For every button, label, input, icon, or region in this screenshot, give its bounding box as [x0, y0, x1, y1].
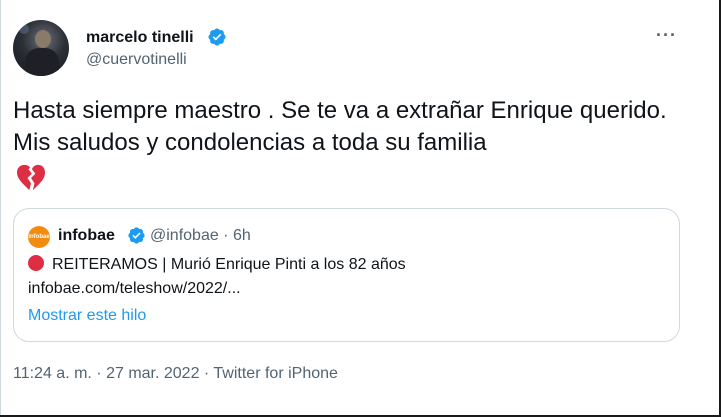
quoted-url: infobae.com/teleshow/2022/... — [28, 280, 241, 297]
quoted-text-line: REITERAMOS | Murió Enrique Pinti a los 8… — [28, 255, 406, 275]
author-name[interactable]: marcelo tinelli — [86, 28, 194, 47]
red-circle-icon — [28, 255, 44, 271]
avatar-body — [25, 48, 59, 76]
infobae-logo: infobae — [28, 226, 50, 248]
quoted-headline: REITERAMOS | Murió Enrique Pinti a los 8… — [52, 256, 406, 273]
avatar[interactable] — [13, 20, 69, 76]
quoted-tweet[interactable]: infobae infobae @infobae · 6h REITERAMOS… — [13, 208, 680, 342]
show-thread-link[interactable]: Mostrar este hilo — [28, 306, 146, 326]
quoted-handle-time: @infobae · 6h — [150, 227, 251, 244]
more-options-icon[interactable]: ··· — [656, 26, 677, 44]
avatar-head — [35, 30, 51, 48]
broken-heart-icon — [17, 164, 45, 191]
verified-badge-icon — [128, 227, 145, 244]
verified-badge-icon — [208, 28, 226, 46]
tweet-timestamp[interactable]: 11:24 a. m. · 27 mar. 2022 · Twitter for… — [13, 364, 338, 384]
tweet-text: Hasta siempre maestro . Se te va a extra… — [13, 97, 667, 156]
author-handle[interactable]: @cuervotinelli — [86, 50, 187, 69]
avatar-light — [19, 24, 29, 34]
quoted-author-name: infobae — [58, 227, 115, 244]
